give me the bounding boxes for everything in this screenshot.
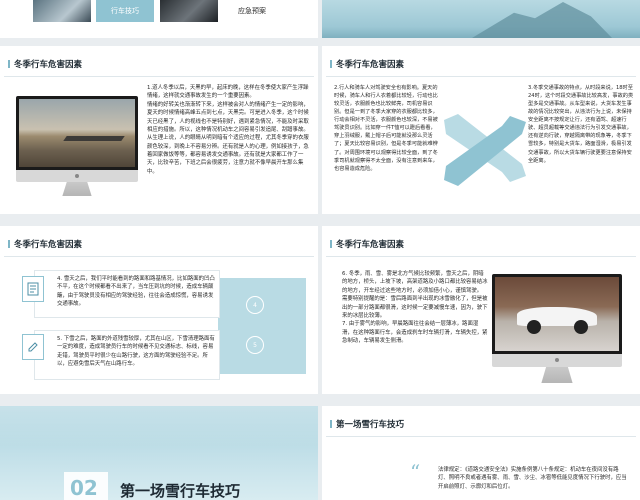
timeline-item-text: 4. 雪天之后，我们平时能看到的路面和路基情况，比如路面的凹凸不平，在这个时候都…: [57, 276, 215, 308]
slide-title: 冬季行车危害因素: [7, 240, 83, 250]
thumb-car-window: [33, 0, 91, 22]
step-circle-4: 4: [246, 296, 264, 314]
cross-arrows-graphic: [444, 114, 526, 186]
slide-title: 第一场雪行车技巧: [329, 420, 405, 430]
slide-hazards-1: 冬季行车危害因素 1.道人冬季以后，天黑的早，起床的晚，这样在冬季使大家产生浮躁…: [0, 46, 318, 214]
apple-logo-icon: [75, 174, 79, 178]
slide-title: 冬季行车危害因素: [329, 240, 405, 250]
imac-stand: [541, 367, 573, 383]
timeline-bar: [218, 278, 306, 374]
edit-icon: [22, 334, 44, 360]
thumb-dashboard: [160, 0, 218, 22]
slide-hazards-2: 冬季行车危害因素 2.行人和骑车人对驾驶安全也有影响。夏天的时候，骑车人和行人衣…: [322, 46, 640, 214]
hazard-paragraph: 1.道人冬季以后，天黑的早，起床的晚，这样在冬季使大家产生浮躁情绪，这样就交通事…: [147, 85, 309, 175]
weather-paragraph: 6. 冬季，雨、雪、雾是北方气候比较频繁，雪天之后，阴暗的地方，桥头，上坡下坡，…: [342, 271, 488, 344]
timeline-item-5: 5. 下雪之后，路面的外道残雪较厚，尤其在山区，下雪清理路面有一定的难度，造成驾…: [34, 330, 220, 380]
title-divider: [326, 76, 636, 77]
car-wheel-rear: [574, 319, 589, 334]
tab-emergency-plan[interactable]: 应急预案: [222, 0, 282, 22]
apple-logo-icon: [555, 358, 559, 362]
slide-first-snow: 第一场雪行车技巧 “ 法律规定：《道路交通安全法》实施条例第八十条规定：机动车在…: [322, 406, 640, 500]
slide-hazards-4: 冬季行车危害因素 6. 冬季，雨、雪、雾是北方气候比较频繁，雪天之后，阴暗的地方…: [322, 226, 640, 394]
title-divider: [4, 256, 314, 257]
document-icon: [22, 276, 44, 302]
cloud-shape: [0, 406, 318, 446]
slide-title: 冬季行车危害因素: [7, 60, 83, 70]
title-divider: [4, 76, 314, 77]
step-circle-5: 5: [246, 336, 264, 354]
slide-title: 冬季行车危害因素: [329, 60, 405, 70]
imac-stand: [62, 182, 92, 196]
slide-top-right: [322, 0, 640, 38]
car-wheel-front: [527, 319, 542, 334]
law-paragraph: 法律规定：《道路交通安全法》实施条例第八十条规定：机动车在夜间没有路灯、照明不良…: [438, 467, 627, 490]
imac-screen: [16, 96, 138, 170]
quote-icon: “: [410, 460, 421, 484]
imac-chin: [492, 354, 622, 367]
section-number: 02: [70, 476, 98, 500]
imac-mockup: [16, 96, 138, 198]
road-stripe: [63, 136, 126, 142]
title-divider: [326, 436, 636, 437]
imac-chin: [16, 170, 138, 182]
imac-screen: [492, 274, 622, 354]
accident-traits-paragraph: 3.冬季交通事故的特点，从时段来说，18时至24时，这个时段交通事故比较高发，事…: [528, 85, 634, 164]
timeline-item-text: 5. 下雪之后，路面的外道残雪较厚，尤其在山区，下雪清理路面有一定的难度，造成驾…: [57, 336, 215, 368]
tab-driving-skills[interactable]: 行车技巧: [96, 0, 154, 22]
section-title: 第一场雪行车技巧: [120, 482, 241, 500]
imac-mockup: [492, 274, 622, 386]
slide-section-cover: 02 第一场雪行车技巧: [0, 406, 318, 500]
slide-hazards-3: 冬季行车危害因素 4. 雪天之后，我们平时能看到的路面和路基情况，比如路面的凹凸…: [0, 226, 318, 394]
pedestrian-paragraph: 2.行人和骑车人对驾驶安全也有影响。夏天的时候，骑车人和行人衣着都比较轻，行动也…: [334, 85, 438, 172]
title-divider: [326, 256, 636, 257]
mountain-shape: [472, 2, 612, 38]
timeline-item-4: 4. 雪天之后，我们平时能看到的路面和路基情况，比如路面的凹凸不平，在这个时候都…: [34, 270, 220, 318]
slide-top-left: 行车技巧 应急预案: [0, 0, 318, 38]
